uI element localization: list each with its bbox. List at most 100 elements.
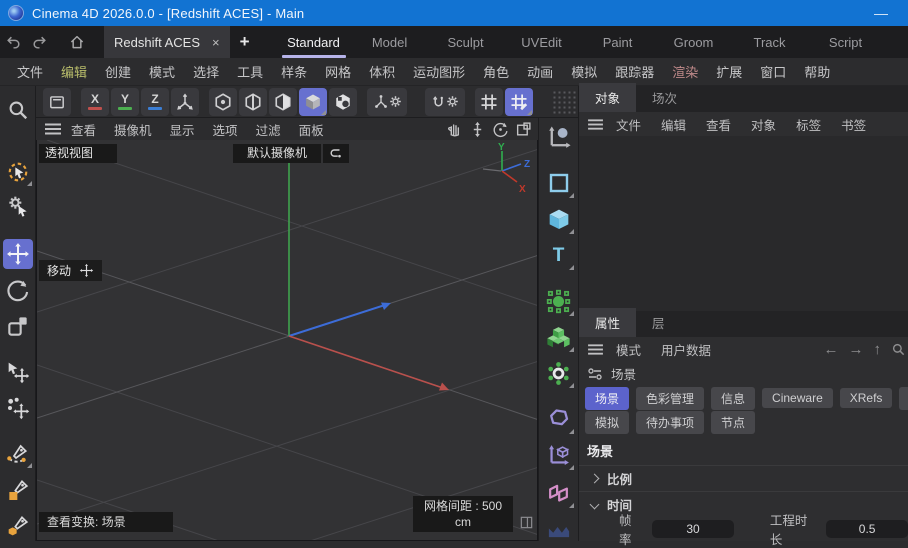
section-tab-simulation[interactable]: 模拟: [585, 411, 629, 434]
minimize-button[interactable]: —: [874, 5, 888, 21]
axis-lock-x-button[interactable]: X: [81, 88, 109, 116]
home-button[interactable]: [64, 26, 90, 58]
model-mode-button[interactable]: [299, 88, 327, 116]
orbit-rotate-icon[interactable]: [492, 121, 509, 138]
layout-tab-model[interactable]: Model: [352, 26, 428, 58]
section-tab-nodes[interactable]: 节点: [711, 411, 755, 434]
duration-input[interactable]: 0.5: [826, 520, 908, 538]
vp-menu-filter[interactable]: 过滤: [247, 120, 290, 139]
object-list[interactable]: [579, 136, 908, 311]
axis-lock-y-button[interactable]: Y: [111, 88, 139, 116]
group-scale[interactable]: 比例: [579, 465, 908, 491]
spline-primitive-button[interactable]: [543, 167, 575, 199]
am-menu-userdata[interactable]: 用户数据: [653, 340, 719, 359]
layout-tab-script[interactable]: Script: [808, 26, 884, 58]
viewport-hamburger-icon[interactable]: [44, 122, 62, 136]
menu-tracker[interactable]: 跟踪器: [606, 62, 663, 81]
points-mode-button[interactable]: [209, 88, 237, 116]
rotate-tool[interactable]: [3, 275, 33, 305]
vp-menu-cameras[interactable]: 摄像机: [105, 120, 161, 139]
transform-tool[interactable]: [3, 357, 33, 387]
polygons-mode-button[interactable]: [269, 88, 297, 116]
document-tab[interactable]: Redshift ACES ×: [104, 26, 230, 58]
tab-takes[interactable]: 场次: [636, 83, 693, 112]
fps-input[interactable]: 30: [652, 520, 734, 538]
menu-extensions[interactable]: 扩展: [707, 62, 751, 81]
enable-axis-button[interactable]: [367, 88, 407, 116]
tweak-mode-tool[interactable]: [3, 191, 33, 221]
layout-tab-track[interactable]: Track: [732, 26, 808, 58]
redo-button[interactable]: [26, 26, 52, 58]
tab-attributes[interactable]: 属性: [579, 308, 636, 337]
am-menu-mode[interactable]: 模式: [608, 340, 649, 359]
scale-tool[interactable]: [3, 311, 33, 341]
texture-mode-button[interactable]: [329, 88, 357, 116]
om-menu-objects[interactable]: 对象: [743, 115, 784, 134]
text-tool-button[interactable]: T: [543, 239, 575, 271]
tab-layers[interactable]: 层: [636, 308, 681, 337]
layout-tab-sculpt[interactable]: Sculpt: [428, 26, 504, 58]
snap-grid-button[interactable]: [475, 88, 503, 116]
left-toolbar-drag-handle[interactable]: [6, 88, 30, 89]
rectangle-spline-tool[interactable]: [3, 475, 33, 505]
tab-objects[interactable]: 对象: [579, 83, 636, 112]
menu-volume[interactable]: 体积: [360, 62, 404, 81]
om-menu-edit[interactable]: 编辑: [653, 115, 694, 134]
menu-character[interactable]: 角色: [474, 62, 518, 81]
om-menu-tags[interactable]: 标签: [788, 115, 829, 134]
menu-spline[interactable]: 样条: [272, 62, 316, 81]
menu-animate[interactable]: 动画: [518, 62, 562, 81]
view-name-label[interactable]: 透视视图: [39, 144, 117, 163]
toggle-panel-icon[interactable]: [515, 121, 532, 138]
simulation-button[interactable]: [543, 357, 575, 389]
dolly-zoom-icon[interactable]: [469, 121, 486, 138]
attribute-manager-hamburger-icon[interactable]: [587, 343, 604, 356]
menu-simulate[interactable]: 模拟: [562, 62, 606, 81]
partial-bottom-tool[interactable]: [543, 511, 575, 543]
history-back-icon[interactable]: ←: [824, 341, 839, 358]
vp-menu-options[interactable]: 选项: [204, 120, 247, 139]
menu-create[interactable]: 创建: [96, 62, 140, 81]
point-transform-tool[interactable]: [3, 393, 33, 423]
workflow-axis-button[interactable]: [543, 439, 575, 471]
primitive-cube-button[interactable]: [543, 203, 575, 235]
make-editable-button[interactable]: [43, 88, 71, 116]
menu-window[interactable]: 窗口: [751, 62, 795, 81]
add-tab-button[interactable]: +: [230, 26, 260, 58]
quantize-settings-button[interactable]: [505, 88, 533, 116]
om-menu-file[interactable]: 文件: [608, 115, 649, 134]
menu-mograph[interactable]: 运动图形: [404, 62, 474, 81]
om-menu-bookmarks[interactable]: 书签: [833, 115, 874, 134]
spline-pen-tool[interactable]: [3, 439, 33, 469]
viewport-corner-icon[interactable]: [519, 515, 534, 530]
vp-menu-view[interactable]: 查看: [62, 120, 105, 139]
menu-edit[interactable]: 编辑: [52, 62, 96, 81]
menu-render[interactable]: 渲染: [663, 62, 707, 81]
volume-builder-button[interactable]: [543, 321, 575, 353]
pan-hand-icon[interactable]: [446, 121, 463, 138]
toolbar-drag-handle[interactable]: [552, 90, 578, 114]
field-button[interactable]: [543, 403, 575, 435]
axis-lock-z-button[interactable]: Z: [141, 88, 169, 116]
menu-tools[interactable]: 工具: [228, 62, 272, 81]
asset-axis-tool[interactable]: [543, 122, 575, 154]
menu-mode[interactable]: 模式: [140, 62, 184, 81]
undo-button[interactable]: [0, 26, 26, 58]
history-forward-icon[interactable]: →: [849, 341, 864, 358]
camera-name-label[interactable]: 默认摄像机: [233, 144, 321, 163]
camera-menu-icon[interactable]: [323, 144, 349, 163]
live-selection-tool[interactable]: [3, 157, 33, 187]
move-tool[interactable]: [3, 239, 33, 269]
om-menu-view[interactable]: 查看: [698, 115, 739, 134]
hierarchy-up-icon[interactable]: ↑: [874, 341, 882, 358]
coordinate-system-icon[interactable]: [171, 88, 199, 116]
menu-help[interactable]: 帮助: [795, 62, 839, 81]
section-tab-xrefs[interactable]: XRefs: [840, 388, 893, 408]
search-commands-button[interactable]: [3, 95, 33, 125]
layout-tab-paint[interactable]: Paint: [580, 26, 656, 58]
attribute-search-icon[interactable]: [891, 342, 906, 357]
section-tab-cineware[interactable]: Cineware: [762, 388, 833, 408]
vp-menu-panel[interactable]: 面板: [290, 120, 333, 139]
symmetry-button[interactable]: [425, 88, 465, 116]
vp-menu-display[interactable]: 显示: [161, 120, 204, 139]
